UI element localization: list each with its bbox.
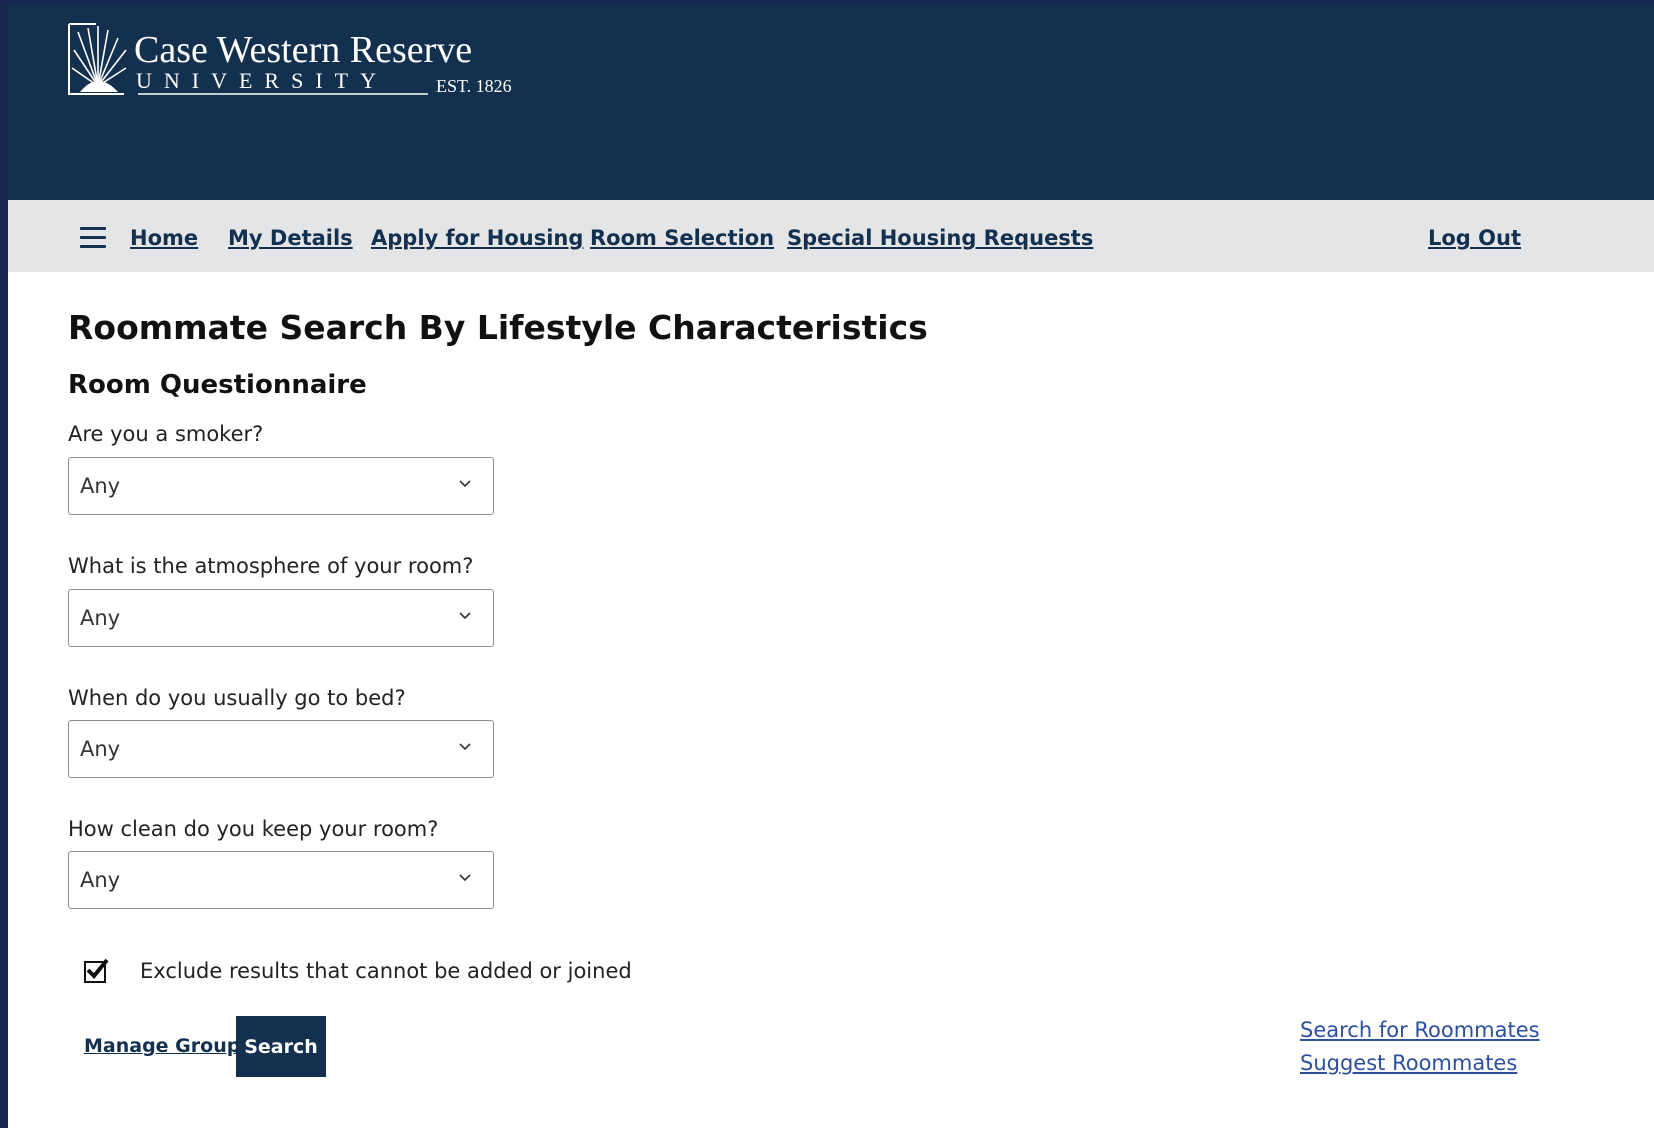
search-for-roommates-link[interactable]: Search for Roommates <box>1300 1018 1540 1042</box>
logo-university-text: UNIVERSITY <box>136 68 388 93</box>
section-title: Room Questionnaire <box>68 370 367 400</box>
logo-name-text: Case Western Reserve <box>134 29 472 71</box>
suggest-roommates-link[interactable]: Suggest Roommates <box>1300 1051 1517 1075</box>
question-label-cleanliness: How clean do you keep your room? <box>68 817 439 841</box>
nav-my-details[interactable]: My Details <box>228 226 353 250</box>
page-title: Roommate Search By Lifestyle Characteris… <box>68 308 928 347</box>
nav-home[interactable]: Home <box>130 226 198 250</box>
chevron-down-icon <box>459 874 471 882</box>
question-label-smoker: Are you a smoker? <box>68 422 264 446</box>
select-value: Any <box>80 868 121 892</box>
select-smoker[interactable]: Any <box>68 457 494 515</box>
university-logo[interactable]: Case Western Reserve UNIVERSITY EST. 182… <box>68 20 548 104</box>
top-nav: Home My Details Apply for Housing Room S… <box>8 200 1654 272</box>
chevron-down-icon <box>459 612 471 620</box>
question-label-bedtime: When do you usually go to bed? <box>68 686 406 710</box>
nav-log-out[interactable]: Log Out <box>1428 226 1521 250</box>
select-cleanliness[interactable]: Any <box>68 851 494 909</box>
question-label-atmosphere: What is the atmosphere of your room? <box>68 554 474 578</box>
logo-est-text: EST. 1826 <box>436 76 512 96</box>
exclude-results-checkbox[interactable] <box>84 958 109 983</box>
nav-apply-for-housing[interactable]: Apply for Housing <box>371 226 583 250</box>
select-value: Any <box>80 606 121 630</box>
chevron-down-icon <box>459 743 471 751</box>
nav-special-housing-requests[interactable]: Special Housing Requests <box>787 226 1093 250</box>
search-button[interactable]: Search <box>236 1016 326 1077</box>
select-value: Any <box>80 737 121 761</box>
select-atmosphere[interactable]: Any <box>68 589 494 647</box>
exclude-results-label: Exclude results that cannot be added or … <box>140 959 632 983</box>
manage-group-link[interactable]: Manage Group <box>84 1035 240 1057</box>
select-value: Any <box>80 474 121 498</box>
site-header: Case Western Reserve UNIVERSITY EST. 182… <box>8 4 1654 200</box>
chevron-down-icon <box>459 480 471 488</box>
select-bedtime[interactable]: Any <box>68 720 494 778</box>
menu-icon[interactable] <box>80 227 106 249</box>
page: Case Western Reserve UNIVERSITY EST. 182… <box>8 4 1654 1128</box>
nav-room-selection[interactable]: Room Selection <box>590 226 774 250</box>
checkmark-icon <box>86 958 109 979</box>
